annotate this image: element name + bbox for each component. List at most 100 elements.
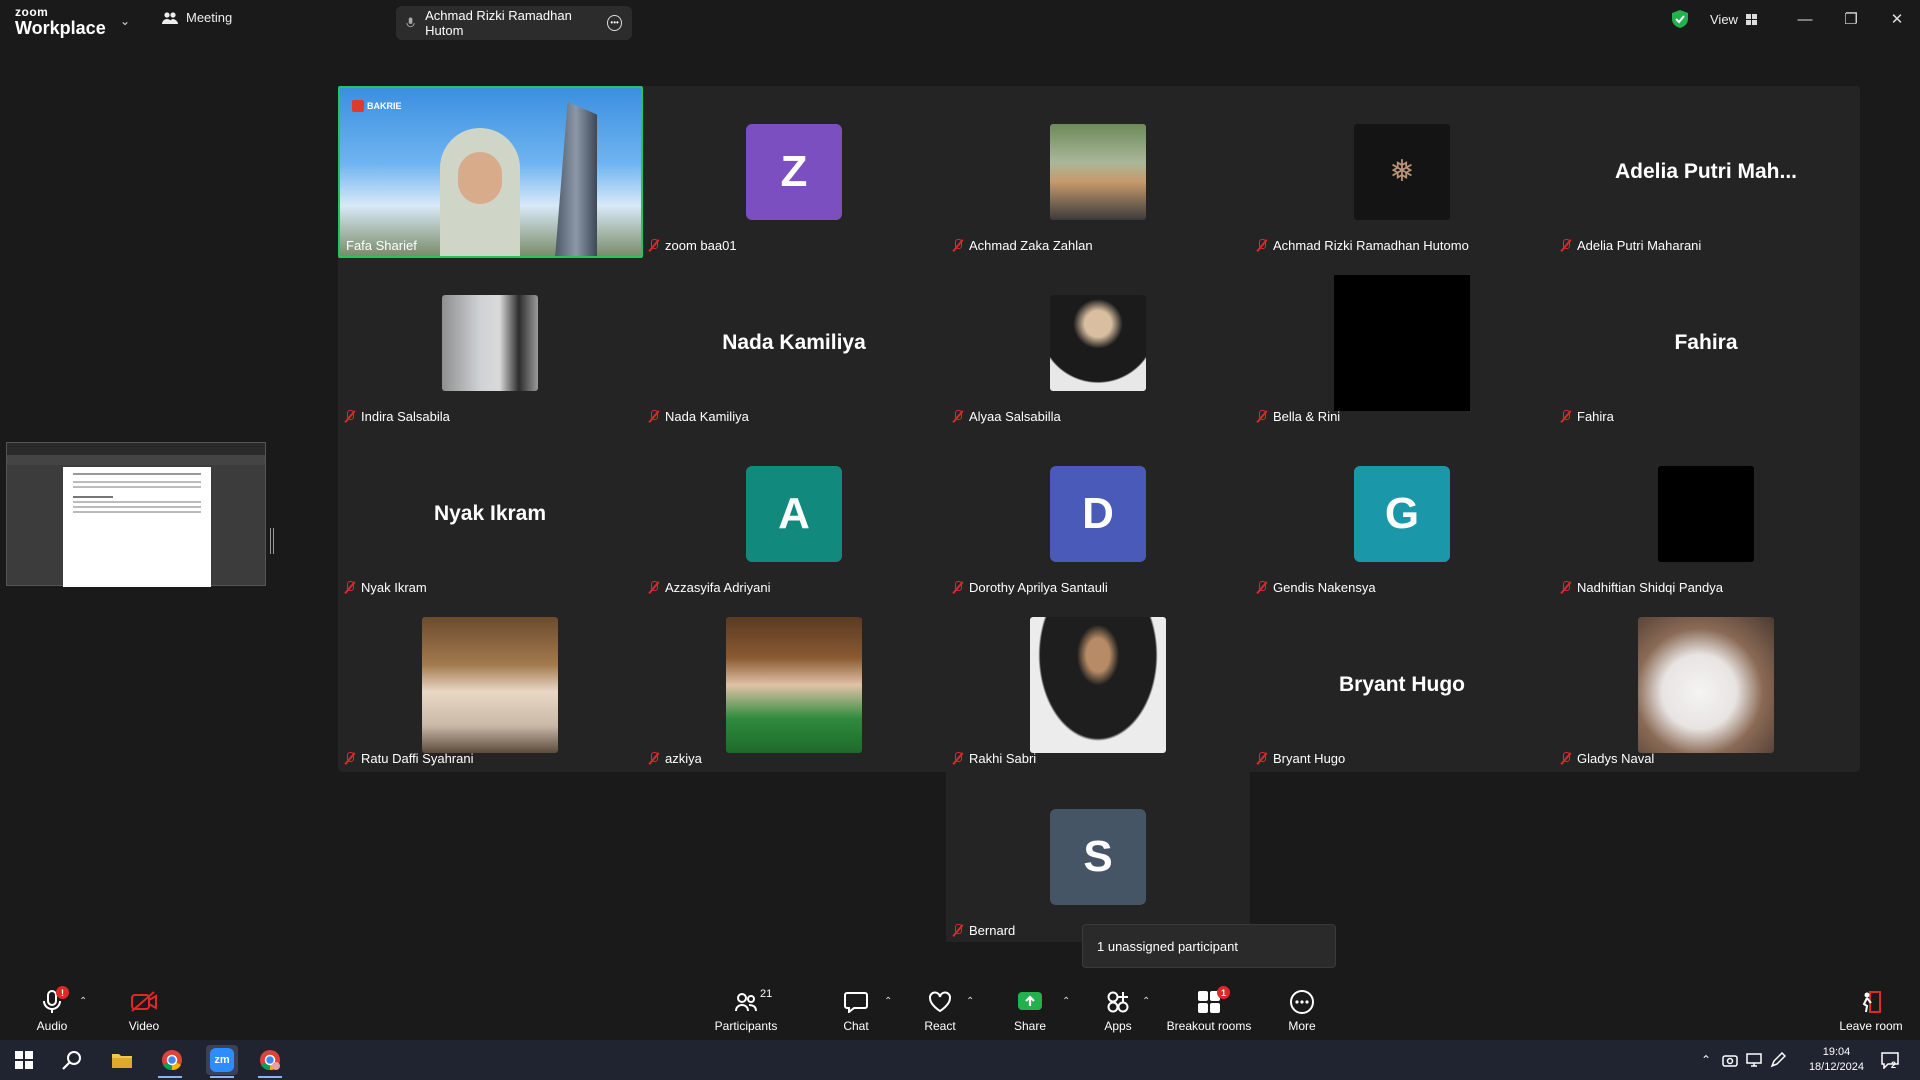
participant-tile[interactable]: Fahira Fahira xyxy=(1554,257,1858,428)
avatar: A xyxy=(746,465,842,562)
logo-top-text: zoom xyxy=(15,5,49,19)
chrome-profile-icon[interactable] xyxy=(256,1046,284,1074)
view-button[interactable]: View xyxy=(1710,12,1757,27)
chevron-up-icon[interactable]: ⌃ xyxy=(966,996,974,1007)
participant-tile[interactable]: Nyak Ikram Nyak Ikram xyxy=(338,428,642,599)
chat-label: Chat xyxy=(843,1019,869,1033)
leave-room-button[interactable]: Leave room xyxy=(1826,988,1916,1033)
participant-tile[interactable]: Nadhiftian Shidqi Pandya xyxy=(1554,428,1858,599)
participant-tile[interactable]: Alyaa Salsabilla xyxy=(946,257,1250,428)
resize-handle[interactable] xyxy=(270,528,274,554)
avatar xyxy=(1658,465,1754,562)
chevron-up-icon[interactable]: ⌃ xyxy=(884,996,892,1007)
participant-name: Ratu Daffi Syahrani xyxy=(344,751,474,766)
participant-tile[interactable]: G Gendis Nakensya xyxy=(1250,428,1554,599)
participant-tile[interactable]: Bella & Rini xyxy=(1250,257,1554,428)
display-name: Nada Kamiliya xyxy=(722,330,866,354)
mic-muted-icon xyxy=(952,581,964,594)
breakout-rooms-button[interactable]: 1 Breakout rooms xyxy=(1156,986,1262,1033)
shield-icon[interactable] xyxy=(1672,10,1688,33)
active-app-indicator xyxy=(258,1076,282,1078)
breakout-badge: 1 xyxy=(1217,986,1230,999)
zoom-logo: zoom Workplace xyxy=(15,6,106,37)
mic-icon xyxy=(406,17,415,28)
participant-tile[interactable]: ❅ Achmad Rizki Ramadhan Hutomo xyxy=(1250,86,1554,257)
active-speaker-pill[interactable]: Achmad Rizki Ramadhan Hutom ••• xyxy=(396,6,632,40)
participant-tile[interactable]: S Bernard xyxy=(946,772,1250,942)
mic-muted-icon xyxy=(952,410,964,423)
screen-share-thumbnail[interactable] xyxy=(6,442,266,587)
active-app-indicator xyxy=(158,1076,182,1078)
chevron-up-icon[interactable]: ⌃ xyxy=(79,996,87,1007)
participant-name: Adelia Putri Maharani xyxy=(1560,238,1701,253)
participant-name: Nyak Ikram xyxy=(344,580,427,595)
participants-label: Participants xyxy=(714,1019,778,1033)
audio-button[interactable]: ! Audio xyxy=(12,986,92,1033)
participant-name: Achmad Zaka Zahlan xyxy=(952,238,1093,253)
avatar xyxy=(1050,123,1146,220)
clock-date: 18/12/2024 xyxy=(1808,1061,1864,1073)
participant-tile[interactable]: Achmad Zaka Zahlan xyxy=(946,86,1250,257)
mic-muted-icon xyxy=(952,752,964,765)
participant-tile[interactable]: Rakhi Sabri xyxy=(946,599,1250,770)
speaker-name: Achmad Rizki Ramadhan Hutom xyxy=(425,8,572,38)
participant-tile[interactable]: Indira Salsabila xyxy=(338,257,642,428)
display-name: Nyak Ikram xyxy=(433,501,547,525)
participant-tile[interactable]: Adelia Putri Mah... Adelia Putri Maharan… xyxy=(1554,86,1858,257)
avatar: S xyxy=(1050,809,1146,905)
participant-tile[interactable]: D Dorothy Aprilya Santauli xyxy=(946,428,1250,599)
restore-icon[interactable]: ❐ xyxy=(1836,8,1866,32)
participant-tile[interactable]: Nada Kamiliya Nada Kamiliya xyxy=(642,257,946,428)
system-clock[interactable]: 19:04 18/12/2024 xyxy=(1809,1045,1864,1075)
mic-muted-icon xyxy=(648,752,660,765)
pen-icon[interactable] xyxy=(1764,1046,1792,1074)
meeting-info-button[interactable]: Meeting xyxy=(162,10,232,25)
chevron-up-icon[interactable]: ⌃ xyxy=(1142,996,1150,1007)
mic-muted-icon xyxy=(952,239,964,252)
logo-bottom-text: Workplace xyxy=(15,18,106,38)
chat-button[interactable]: Chat xyxy=(816,988,896,1033)
share-button[interactable]: Share xyxy=(990,988,1070,1033)
file-explorer-icon[interactable] xyxy=(108,1046,136,1074)
people-icon xyxy=(162,11,178,24)
participant-tile[interactable]: Z zoom baa01 xyxy=(642,86,946,257)
video-button[interactable]: Video xyxy=(104,988,184,1033)
close-icon[interactable]: ✕ xyxy=(1882,8,1912,32)
participant-tile[interactable]: Bryant Hugo Bryant Hugo xyxy=(1250,599,1554,770)
participant-name: Bryant Hugo xyxy=(1256,751,1345,766)
chevron-down-icon[interactable]: ⌄ xyxy=(120,14,130,28)
more-options-icon[interactable]: ••• xyxy=(607,15,622,31)
participant-name: Gendis Nakensya xyxy=(1256,580,1376,595)
chevron-up-icon[interactable]: ⌃ xyxy=(1062,996,1070,1007)
speaker-face xyxy=(458,152,502,204)
notification-icon[interactable]: 2 xyxy=(1876,1046,1904,1074)
active-speaker-tile[interactable]: BAKRIE Fafa Sharief xyxy=(338,86,643,258)
apps-button[interactable]: Apps xyxy=(1078,988,1158,1033)
top-bar: zoom Workplace ⌄ Meeting Achmad Rizki Ra… xyxy=(0,0,1920,44)
participant-name: Rakhi Sabri xyxy=(952,751,1036,766)
participant-name: Fafa Sharief xyxy=(346,238,417,253)
video-feed xyxy=(1030,616,1166,753)
participant-tile[interactable]: A Azzasyifa Adriyani xyxy=(642,428,946,599)
participants-button[interactable]: 21 Participants xyxy=(706,988,786,1033)
leave-room-icon xyxy=(1862,991,1881,1013)
chrome-icon[interactable] xyxy=(158,1046,186,1074)
video-feed xyxy=(726,616,862,753)
participant-tile[interactable]: Gladys Naval xyxy=(1554,599,1858,770)
video-feed xyxy=(422,616,558,753)
chat-icon xyxy=(844,992,868,1013)
minimize-icon[interactable]: — xyxy=(1790,8,1820,32)
search-icon[interactable] xyxy=(58,1046,86,1074)
breakout-rooms-label: Breakout rooms xyxy=(1166,1019,1252,1033)
participant-tile[interactable]: Ratu Daffi Syahrani xyxy=(338,599,642,770)
meeting-toolbar: ! Audio ⌃ Video 21 Participants Chat ⌃ R… xyxy=(0,982,1920,1040)
breakout-tooltip[interactable]: 1 unassigned participant xyxy=(1082,924,1336,968)
mic-muted-icon xyxy=(1256,239,1268,252)
more-icon xyxy=(1290,990,1314,1014)
windows-start-icon[interactable] xyxy=(10,1046,38,1074)
react-button[interactable]: React xyxy=(900,988,980,1033)
zoom-taskbar-icon[interactable]: zm xyxy=(206,1045,238,1075)
participant-tile[interactable]: azkiya xyxy=(642,599,946,770)
participant-name: Gladys Naval xyxy=(1560,751,1654,766)
more-button[interactable]: More xyxy=(1262,988,1342,1033)
